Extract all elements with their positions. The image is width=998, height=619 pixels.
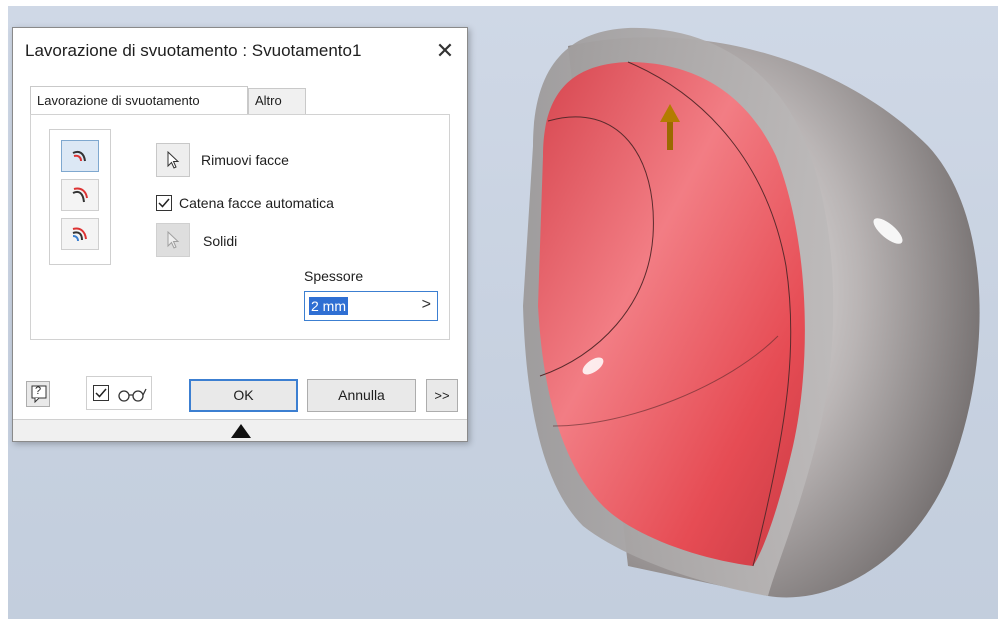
shell-both-icon <box>72 227 87 242</box>
chevron-right-icon[interactable]: > <box>422 296 431 314</box>
shell-inside-button[interactable] <box>61 140 99 172</box>
auto-chain-label: Catena facce automatica <box>179 195 334 211</box>
cancel-button[interactable]: Annulla <box>307 379 416 412</box>
shell-both-button[interactable] <box>61 218 99 250</box>
shell-inside-icon <box>72 150 86 162</box>
help-label: ? <box>35 385 42 397</box>
remove-faces-button[interactable] <box>156 143 190 177</box>
thickness-value: 2 mm <box>309 297 348 315</box>
preview-checkbox[interactable] <box>93 385 109 401</box>
help-button[interactable]: ? <box>26 381 50 407</box>
shell-direction-group <box>49 129 111 265</box>
shell-dialog: Lavorazione di svuotamento : Svuotamento… <box>12 27 468 442</box>
close-icon: ✕ <box>435 38 455 63</box>
glasses-icon <box>118 388 147 402</box>
thickness-label: Spessore <box>304 268 364 284</box>
ok-button[interactable]: OK <box>189 379 298 412</box>
more-options-button[interactable]: >> <box>426 379 458 412</box>
shell-outside-icon <box>72 187 88 203</box>
dialog-title: Lavorazione di svuotamento : Svuotamento… <box>25 41 362 60</box>
cursor-arrow-icon <box>167 151 180 169</box>
checkmark-icon <box>95 388 107 398</box>
tab-panel: Rimuovi facce Catena facce automatica So… <box>30 114 450 340</box>
thickness-input[interactable]: 2 mm > <box>304 291 438 321</box>
shell-outside-button[interactable] <box>61 179 99 211</box>
tab-more[interactable]: Altro <box>248 88 306 114</box>
checkmark-icon <box>158 198 170 208</box>
cursor-arrow-icon <box>167 231 180 249</box>
tab-shell[interactable]: Lavorazione di svuotamento <box>30 86 248 114</box>
expand-grip[interactable] <box>13 419 467 441</box>
preview-group <box>86 376 152 410</box>
solids-label: Solidi <box>203 233 238 249</box>
dialog-titlebar[interactable]: Lavorazione di svuotamento : Svuotamento… <box>13 28 467 80</box>
auto-chain-checkbox[interactable] <box>156 195 172 211</box>
close-button[interactable]: ✕ <box>431 38 459 64</box>
solids-button[interactable] <box>156 223 190 257</box>
remove-faces-label: Rimuovi facce <box>201 152 289 168</box>
triangle-up-icon <box>231 424 251 438</box>
